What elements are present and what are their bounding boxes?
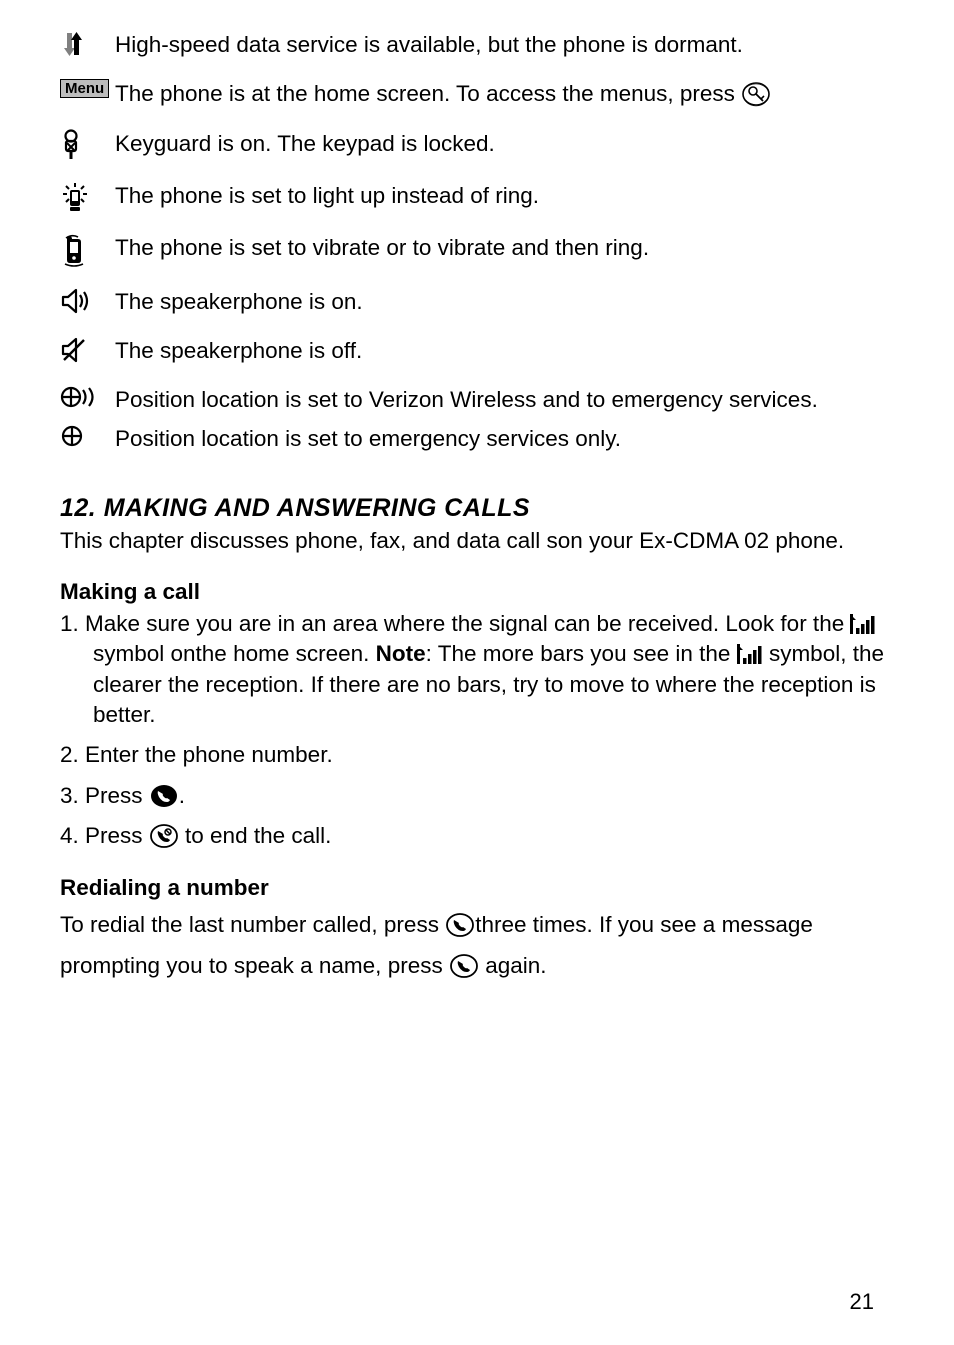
- glossary-desc: The phone is set to vibrate or to vibrat…: [115, 231, 649, 262]
- note-label: Note: [376, 641, 426, 666]
- call-key-icon: [445, 912, 475, 938]
- text-fragment: 1. Make sure you are in an area where th…: [60, 611, 850, 636]
- list-item: 4. Press to end the call.: [86, 821, 884, 851]
- redialing-text: To redial the last number called, press …: [60, 905, 884, 986]
- menu-badge-label: Menu: [60, 79, 109, 98]
- glossary-row: High-speed data service is available, bu…: [60, 28, 884, 59]
- glossary-row: Position location is set to Verizon Wire…: [60, 383, 884, 414]
- page-number: 21: [850, 1289, 874, 1315]
- signal-bars-icon: [850, 614, 876, 634]
- glossary-desc: The phone is set to light up instead of …: [115, 179, 539, 210]
- section-intro: This chapter discusses phone, fax, and d…: [60, 526, 884, 555]
- glossary-row: Position location is set to emergency se…: [60, 422, 884, 453]
- glossary-row: The phone is set to vibrate or to vibrat…: [60, 231, 884, 267]
- text-fragment: : The more bars you see in the: [426, 641, 737, 666]
- glossary-row: The speakerphone is on.: [60, 285, 884, 316]
- glossary-desc: Position location is set to Verizon Wire…: [115, 383, 818, 414]
- speaker-on-icon: [60, 285, 115, 315]
- vibrate-icon: [60, 231, 115, 267]
- location-full-icon: [60, 383, 115, 409]
- making-a-call-heading: Making a call: [60, 579, 884, 605]
- status-icon-glossary: High-speed data service is available, bu…: [60, 28, 884, 454]
- glossary-desc: The phone is at the home screen. To acce…: [115, 77, 771, 108]
- text-fragment: To redial the last number called, press: [60, 912, 445, 937]
- lightup-icon: [60, 179, 115, 213]
- signal-bars-icon: [737, 644, 763, 664]
- location-emergency-icon: [60, 422, 115, 448]
- text-fragment: 4. Press: [60, 823, 149, 848]
- text-fragment: again.: [479, 953, 547, 978]
- text-fragment: 3. Press: [60, 783, 149, 808]
- glossary-row: The speakerphone is off.: [60, 334, 884, 365]
- text-fragment: The phone is at the home screen. To acce…: [115, 81, 741, 106]
- glossary-desc: High-speed data service is available, bu…: [115, 28, 743, 59]
- text-fragment: symbol onthe home screen.: [93, 641, 376, 666]
- section-heading: 12. MAKING AND ANSWERING CALLS: [60, 494, 884, 523]
- glossary-row: Menu The phone is at the home screen. To…: [60, 77, 884, 108]
- end-key-icon: [149, 823, 179, 849]
- redialing-heading: Redialing a number: [60, 875, 884, 901]
- data-dormant-icon: [60, 28, 115, 58]
- keyguard-icon: [60, 127, 115, 161]
- glossary-desc: Keyguard is on. The keypad is locked.: [115, 127, 495, 158]
- glossary-desc: Position location is set to emergency se…: [115, 422, 621, 453]
- making-a-call-steps: 1. Make sure you are in an area where th…: [60, 609, 884, 852]
- list-item: 2. Enter the phone number.: [86, 740, 884, 770]
- glossary-desc: The speakerphone is off.: [115, 334, 362, 365]
- ok-key-icon: [741, 81, 771, 107]
- call-key-icon: [449, 953, 479, 979]
- text-fragment: to end the call.: [179, 823, 332, 848]
- list-item: 1. Make sure you are in an area where th…: [93, 609, 884, 731]
- glossary-desc: The speakerphone is on.: [115, 285, 363, 316]
- menu-badge-icon: Menu: [60, 77, 115, 98]
- speaker-off-icon: [60, 334, 115, 364]
- text-fragment: .: [179, 783, 185, 808]
- glossary-row: The phone is set to light up instead of …: [60, 179, 884, 213]
- glossary-row: Keyguard is on. The keypad is locked.: [60, 127, 884, 161]
- call-key-icon: [149, 783, 179, 809]
- list-item: 3. Press .: [86, 781, 884, 811]
